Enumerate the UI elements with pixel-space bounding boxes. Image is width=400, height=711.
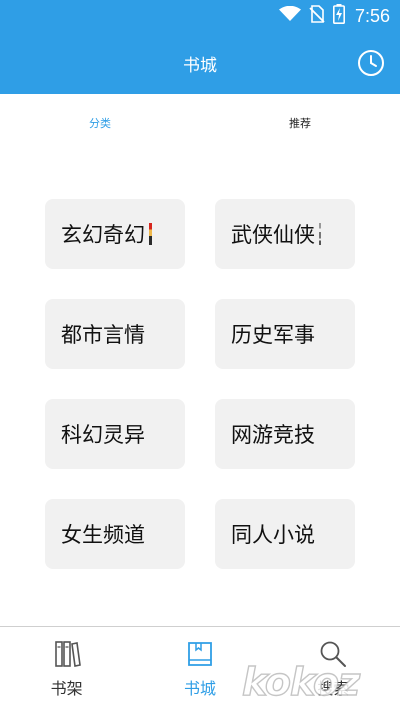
category-label: 玄幻奇幻 [61,223,145,247]
category-card[interactable]: 同人小说 [215,499,355,569]
category-card[interactable]: 历史军事 [215,299,355,369]
category-label: 同人小说 [231,523,315,547]
nav-label: 搜索 [317,679,350,698]
page-title: 书城 [183,55,217,76]
category-card[interactable]: 武侠仙侠 [215,199,355,269]
cursor-mark [319,223,321,245]
battery-charging-icon [332,4,345,28]
history-button[interactable] [356,48,386,78]
category-label: 网游竞技 [231,423,315,447]
category-card[interactable]: 玄幻奇幻 [45,199,185,269]
category-label: 历史军事 [231,323,315,347]
category-label: 女生频道 [61,523,145,547]
nav-search[interactable]: 搜索 [267,627,400,711]
wifi-icon [278,5,301,26]
category-label: 科幻灵异 [61,423,145,447]
no-sim-icon [309,5,325,27]
category-card[interactable]: 科幻灵异 [45,399,185,469]
category-card[interactable]: 网游竞技 [215,399,355,469]
status-bar: 7:56 [0,0,400,32]
nav-label: 书城 [183,679,216,698]
category-label: 都市言情 [61,323,145,347]
category-tabs: 分类 推荐 [0,94,400,152]
book-icon [188,642,212,666]
bottom-nav: 书架 书城 搜索 [0,626,400,711]
category-card[interactable]: 都市言情 [45,299,185,369]
search-icon [320,641,347,667]
cursor-mark [149,223,152,245]
clock-icon [358,50,384,76]
nav-bookshelf[interactable]: 书架 [0,627,133,711]
tab-category[interactable]: 分类 [0,94,200,152]
nav-bookstore[interactable]: 书城 [133,627,266,711]
category-card[interactable]: 女生频道 [45,499,185,569]
category-label: 武侠仙侠 [231,223,315,247]
app-bar: 书城 [0,32,400,94]
status-time: 7:56 [354,5,390,26]
nav-label: 书架 [50,679,83,698]
tab-recommend[interactable]: 推荐 [200,94,400,152]
bookshelf-icon [54,641,81,667]
